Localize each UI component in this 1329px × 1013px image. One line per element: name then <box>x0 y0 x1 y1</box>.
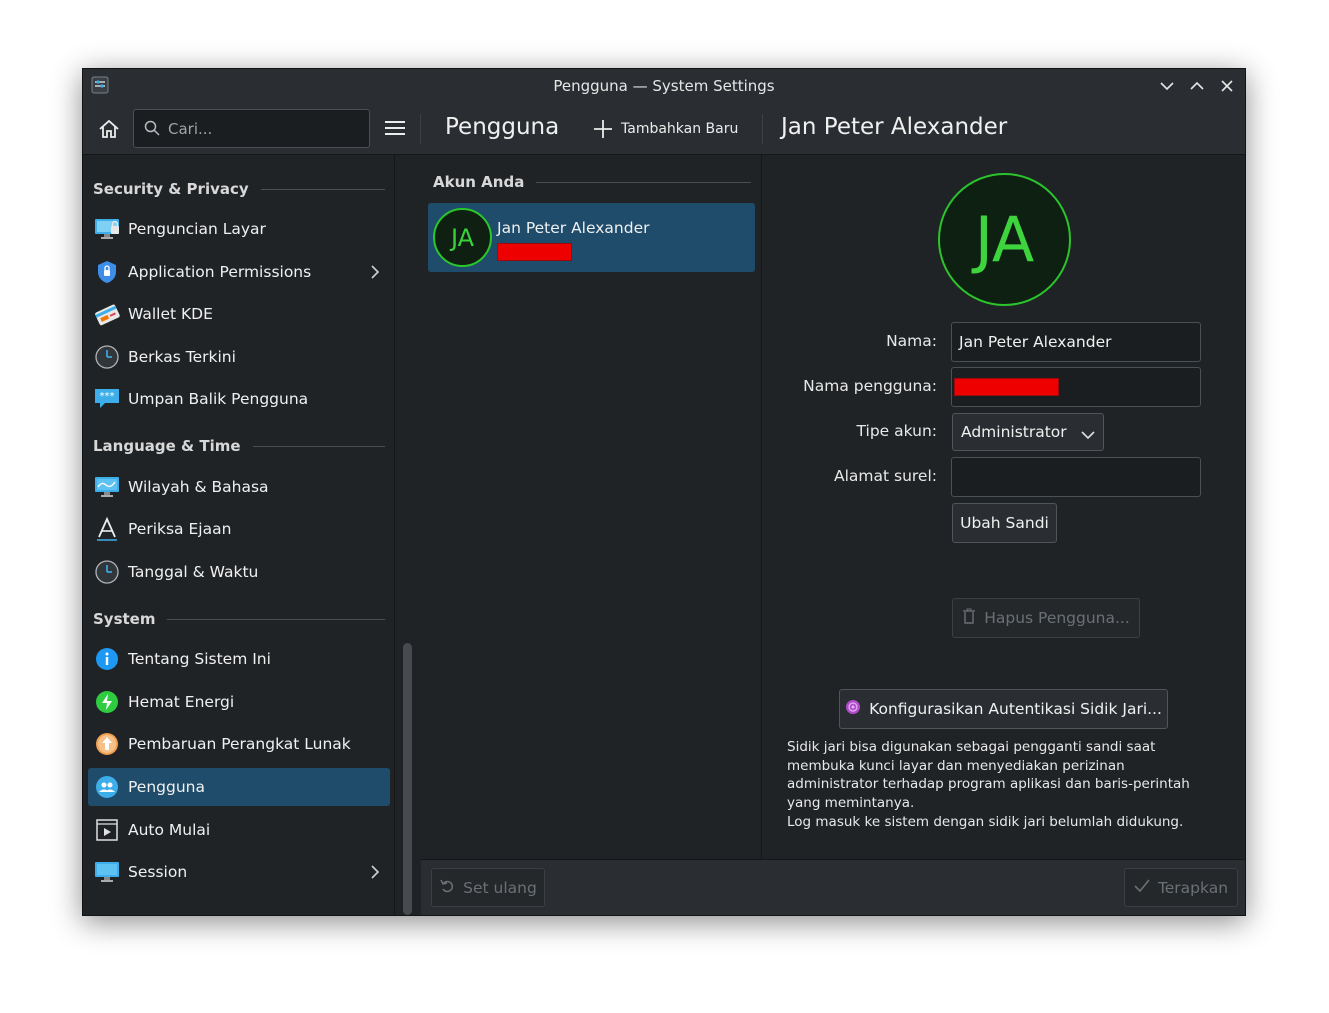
add-new-user-button[interactable]: Tambahkan Baru <box>593 116 738 142</box>
search-input[interactable] <box>168 118 358 140</box>
avatar: JA <box>433 208 492 267</box>
system-settings-window: Pengguna — System Settings Pengguna Ta <box>82 68 1246 916</box>
chevron-right-icon <box>370 264 380 284</box>
name-field-value: Jan Peter Alexander <box>959 333 1112 351</box>
svg-text:***: *** <box>100 391 115 402</box>
sidebar-item-users[interactable]: Pengguna <box>88 768 390 806</box>
users-icon <box>94 774 120 800</box>
reset-button[interactable]: Set ulang <box>431 868 545 907</box>
sidebar-item-application-permissions[interactable]: Application Permissions <box>88 253 390 291</box>
sidebar-item-recent-files[interactable]: Berkas Terkini <box>88 338 390 376</box>
sidebar-item-screen-lock[interactable]: Penguncian Layar <box>88 210 390 248</box>
category-system: System <box>93 608 385 630</box>
sidebar-item-autostart[interactable]: Auto Mulai <box>88 811 390 849</box>
shield-icon <box>94 259 120 285</box>
plus-icon <box>594 120 612 138</box>
clock-icon <box>94 344 120 370</box>
account-type-dropdown[interactable]: Administrator <box>952 413 1104 451</box>
home-button[interactable] <box>95 115 123 143</box>
fingerprint-login-note: Log masuk ke sistem dengan sidik jari be… <box>787 814 1184 830</box>
info-icon <box>94 646 120 672</box>
clock-icon <box>94 559 120 585</box>
region-icon <box>94 474 120 500</box>
selected-user-title: Jan Peter Alexander <box>781 114 1008 140</box>
search-icon <box>144 120 160 140</box>
user-list-section-header: Akun Anda <box>433 171 751 193</box>
sidebar-item-session[interactable]: Session <box>88 853 390 891</box>
update-icon <box>94 731 120 757</box>
fingerprint-icon <box>845 699 861 719</box>
feedback-icon: *** <box>94 386 120 412</box>
username-label: Nama pengguna: <box>803 377 937 395</box>
title-bar: Pengguna — System Settings <box>83 69 1245 102</box>
category-security-privacy: Security & Privacy <box>93 178 385 200</box>
home-icon <box>99 119 119 138</box>
account-type-value: Administrator <box>961 423 1067 441</box>
undo-icon <box>439 878 455 898</box>
username-field[interactable] <box>951 367 1201 407</box>
configure-fingerprint-button[interactable]: Konfigurasikan Autentikasi Sidik Jari... <box>839 689 1168 729</box>
sidebar-item-date-time[interactable]: Tanggal & Waktu <box>88 553 390 591</box>
toolbar-separator <box>762 114 763 144</box>
user-list-item[interactable]: JA Jan Peter Alexander <box>428 203 755 272</box>
apply-button[interactable]: Terapkan <box>1124 868 1238 907</box>
toolbar-separator <box>420 114 421 144</box>
system-settings-app-icon[interactable] <box>91 76 109 94</box>
maximize-button[interactable] <box>1186 75 1208 97</box>
redacted-username <box>497 243 572 261</box>
autostart-icon <box>94 817 120 843</box>
email-field[interactable] <box>951 457 1201 497</box>
wallet-icon <box>94 301 120 327</box>
sidebar-item-spell-check[interactable]: Periksa Ejaan <box>88 510 390 548</box>
trash-icon <box>962 608 976 628</box>
redacted-username <box>954 378 1059 396</box>
fingerprint-description: Sidik jari bisa digunakan sebagai pengga… <box>787 739 1190 811</box>
user-list-item-name: Jan Peter Alexander <box>497 219 650 237</box>
hamburger-menu-button[interactable] <box>382 115 408 141</box>
account-type-label: Tipe akun: <box>856 422 937 440</box>
chevron-right-icon <box>370 864 380 884</box>
name-label: Nama: <box>886 332 937 350</box>
window-title: Pengguna — System Settings <box>553 76 775 95</box>
minimize-button[interactable] <box>1156 75 1178 97</box>
sidebar-item-user-feedback[interactable]: *** Umpan Balik Pengguna <box>88 380 390 418</box>
sidebar-item-about-system[interactable]: Tentang Sistem Ini <box>88 640 390 678</box>
checkmark-icon <box>1134 878 1150 897</box>
name-field[interactable]: Jan Peter Alexander <box>951 322 1201 362</box>
user-avatar-large[interactable]: JA <box>938 173 1071 306</box>
close-button[interactable] <box>1216 75 1238 97</box>
search-field[interactable] <box>133 109 370 148</box>
sidebar-item-region-language[interactable]: Wilayah & Bahasa <box>88 468 390 506</box>
sidebar-divider <box>394 155 395 915</box>
email-label: Alamat surel: <box>833 467 937 485</box>
chevron-down-icon <box>1081 426 1095 444</box>
toolbar: Pengguna Tambahkan Baru Jan Peter Alexan… <box>83 102 1245 155</box>
hamburger-icon <box>385 121 405 135</box>
session-icon <box>94 859 120 885</box>
category-language-time: Language & Time <box>93 435 385 457</box>
page-title: Pengguna <box>445 114 560 140</box>
spellcheck-icon <box>94 516 120 542</box>
energy-icon <box>94 689 120 715</box>
sidebar-item-software-update[interactable]: Pembaruan Perangkat Lunak <box>88 725 390 763</box>
sidebar-item-wallet-kde[interactable]: Wallet KDE <box>88 295 390 333</box>
sidebar-scrollbar[interactable] <box>403 643 412 915</box>
delete-user-button[interactable]: Hapus Pengguna... <box>952 598 1140 638</box>
sidebar-item-energy-saving[interactable]: Hemat Energi <box>88 683 390 721</box>
add-new-label: Tambahkan Baru <box>621 121 739 137</box>
screen-lock-icon <box>94 216 120 242</box>
change-password-button[interactable]: Ubah Sandi <box>952 503 1057 543</box>
